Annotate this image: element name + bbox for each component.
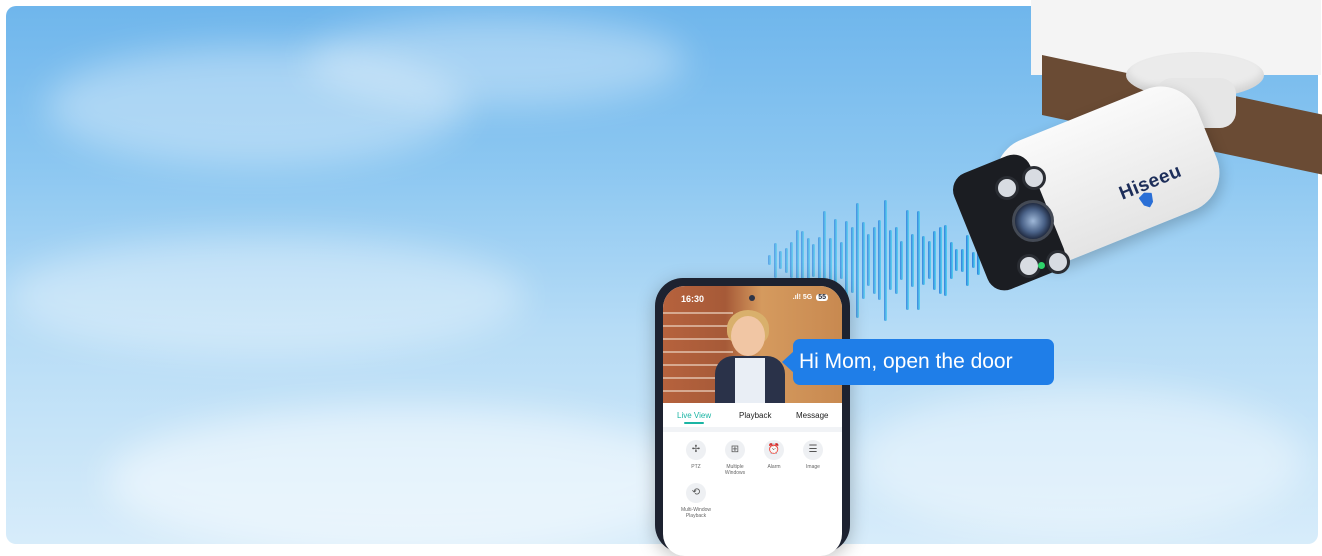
tab-bar: Live View Playback Message — [663, 403, 842, 425]
ir-led-icon — [1022, 166, 1046, 190]
child-face — [731, 316, 765, 356]
sound-wave-bar — [768, 255, 771, 265]
sound-wave-bar — [949, 241, 953, 279]
sound-wave-bar — [817, 236, 821, 284]
sound-wave-bar — [779, 251, 782, 269]
child-shirt — [735, 358, 765, 403]
sound-wave-bar — [911, 233, 914, 287]
sound-wave-bar — [861, 221, 865, 299]
app-screen: 16:30 .ıl! 5G 55 Live View Playback Mess… — [663, 286, 842, 556]
sound-wave-bar — [960, 248, 964, 272]
multi-window-playback-button[interactable]: ⟲ Multi-Window Playback — [678, 483, 714, 519]
status-led — [1038, 262, 1045, 269]
front-camera-icon — [749, 295, 755, 301]
status-indicators: .ıl! 5G 55 — [793, 294, 828, 301]
sound-wave-bar — [883, 199, 887, 321]
sound-wave-bar — [856, 202, 859, 318]
function-label: PTZ — [691, 464, 701, 470]
sound-wave-bar — [971, 252, 975, 268]
sound-wave-bar — [850, 227, 854, 293]
multiple-windows-button[interactable]: ⊞ Multiple Windows — [717, 440, 753, 476]
sound-wave-bar — [916, 210, 920, 310]
tab-message[interactable]: Message — [796, 411, 828, 420]
sliders-icon: ☰ — [803, 440, 823, 460]
sound-wave-bar — [955, 249, 958, 271]
sound-wave-bar — [922, 235, 925, 285]
sound-wave-bar — [900, 240, 903, 280]
battery-indicator: 55 — [816, 294, 828, 301]
speech-bubble: Hi Mom, open the door — [793, 339, 1054, 385]
cloud — [306, 16, 686, 106]
camera-lens — [1012, 200, 1054, 242]
function-label: Alarm — [767, 464, 781, 470]
image-button[interactable]: ☰ Image — [795, 440, 831, 470]
status-time: 16:30 — [681, 294, 705, 304]
sound-wave-bar — [867, 234, 870, 286]
playback-icon: ⟲ — [686, 483, 706, 503]
ir-led-icon — [995, 176, 1019, 200]
cloud — [6, 236, 526, 356]
divider — [663, 427, 842, 432]
ir-led-icon — [1046, 250, 1070, 274]
cloud — [856, 386, 1306, 536]
alarm-button[interactable]: ⏰ Alarm — [756, 440, 792, 470]
cloud — [106, 406, 706, 544]
function-label: Image — [806, 464, 820, 470]
sound-wave-bar — [905, 210, 909, 310]
sound-wave-bar — [845, 220, 848, 300]
sound-wave-bar — [938, 226, 942, 294]
sound-wave-bar — [828, 238, 832, 282]
sound-wave-bar — [790, 242, 793, 278]
sound-wave-bar — [806, 238, 810, 282]
sound-wave-bar — [839, 241, 843, 279]
sound-wave-bar — [933, 230, 936, 290]
smartphone: 16:30 .ıl! 5G 55 Live View Playback Mess… — [655, 278, 850, 556]
grid-icon: ⊞ — [725, 440, 745, 460]
sound-wave-bar — [878, 220, 881, 300]
active-tab-indicator — [684, 422, 704, 424]
signal-indicator: .ıl! 5G — [792, 294, 813, 301]
status-bar: 16:30 .ıl! 5G 55 — [663, 286, 842, 308]
sound-wave-bar — [894, 226, 898, 294]
function-label: Multi-Window Playback — [680, 507, 711, 519]
sound-wave-bar — [773, 242, 777, 278]
sound-wave-bar — [889, 230, 892, 290]
sound-wave-bar — [944, 224, 947, 296]
sound-wave-bar — [927, 241, 931, 279]
alarm-icon: ⏰ — [764, 440, 784, 460]
sound-wave-bar — [812, 243, 815, 277]
tab-playback[interactable]: Playback — [739, 411, 771, 420]
sound-wave-bar — [784, 247, 788, 273]
ptz-button[interactable]: ✢ PTZ — [678, 440, 714, 470]
ptz-icon: ✢ — [686, 440, 706, 460]
sound-wave-bar — [872, 226, 876, 294]
sound-wave-bar — [966, 234, 969, 286]
function-label: Multiple Windows — [724, 464, 746, 476]
tab-live-view[interactable]: Live View — [677, 411, 711, 420]
